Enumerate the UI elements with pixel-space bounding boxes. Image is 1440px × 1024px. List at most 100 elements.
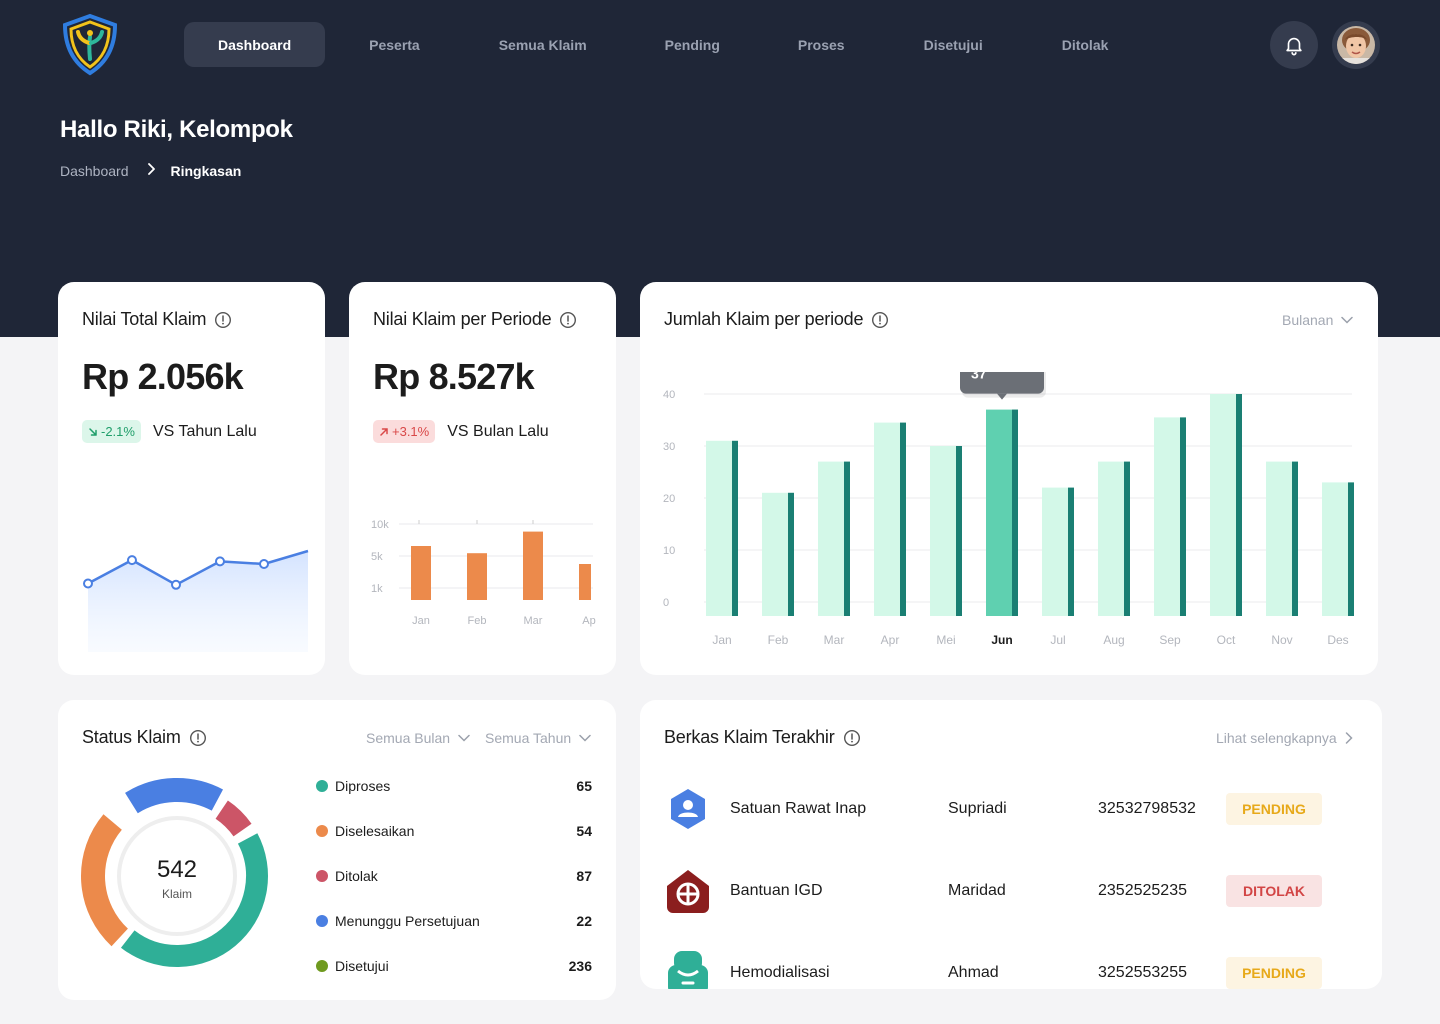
card-title-text: Nilai Total Klaim xyxy=(82,309,207,329)
info-icon[interactable] xyxy=(843,729,861,747)
x-tick-label: Mar xyxy=(524,615,543,627)
line-point[interactable] xyxy=(215,556,225,567)
user-avatar[interactable] xyxy=(1332,21,1380,69)
legend-item-diproses: Diproses 65 xyxy=(316,778,592,794)
chevron-right-icon xyxy=(147,162,157,180)
x-tick-label: Sep xyxy=(1159,633,1181,647)
claim-bar-edge xyxy=(732,440,738,616)
claim-bar-edge xyxy=(1180,417,1186,616)
card-claim-status: Status Klaim Semua Bulan Semua Tahun 542… xyxy=(58,700,616,1000)
top-navigation: Dashboard Peserta Semua Klaim Pending Pr… xyxy=(0,0,1440,90)
period-bar[interactable] xyxy=(467,553,487,600)
trend-badge: +3.1% xyxy=(373,420,436,443)
chevron-down-icon xyxy=(1341,316,1354,324)
donut-total-label: Klaim xyxy=(162,887,192,901)
period-bar[interactable] xyxy=(411,546,431,600)
claim-count-bar-chart: 0 10 20 30 40 Jan Feb Mar Apr Mei Jun Jul Aug Sep Oct N… xyxy=(663,372,1354,647)
legend-label: Diselesaikan xyxy=(335,823,415,839)
card-title: Berkas Klaim Terakhir xyxy=(664,727,861,748)
period-claim-bar-chart: 10k 5k 1k Jan Feb Mar Ap xyxy=(371,519,596,627)
claim-bar-edge xyxy=(1292,461,1298,616)
line-point[interactable] xyxy=(171,579,181,590)
file-number: 2352525235 xyxy=(1098,882,1187,899)
legend-value: 236 xyxy=(568,958,592,974)
claim-bar-edge xyxy=(788,492,794,616)
trend-value: +3.1% xyxy=(392,424,430,439)
nav-tab-proses[interactable]: Proses xyxy=(763,22,880,67)
notification-button[interactable] xyxy=(1270,21,1318,69)
breadcrumb-current: Ringkasan xyxy=(170,163,242,179)
legend-label: Menunggu Persetujuan xyxy=(335,913,480,929)
info-icon[interactable] xyxy=(214,311,232,329)
see-all-link[interactable]: Lihat selengkapnya xyxy=(1216,730,1353,746)
trend-row: +3.1% VS Bulan Lalu xyxy=(373,420,549,443)
card-period-claim: Nilai Klaim per Periode Rp 8.527k +3.1% … xyxy=(349,282,616,675)
arrow-up-right-icon xyxy=(380,427,388,436)
claim-bar-edge xyxy=(1068,487,1074,616)
status-badge: DITOLAK xyxy=(1226,875,1322,907)
y-tick-label: 20 xyxy=(663,493,675,505)
period-claim-value: Rp 8.527k xyxy=(373,356,535,397)
claim-bar-edge xyxy=(1012,409,1018,616)
info-icon[interactable] xyxy=(871,311,889,329)
legend-value: 65 xyxy=(576,778,592,794)
line-point[interactable] xyxy=(259,559,269,569)
x-tick-label: Oct xyxy=(1217,633,1236,647)
file-person: Ahmad xyxy=(948,964,999,981)
nav-tabs: Dashboard Peserta Semua Klaim Pending Pr… xyxy=(184,22,1143,67)
y-tick-label: 5k xyxy=(371,551,383,563)
legend-dot xyxy=(316,960,328,972)
legend-item-disetujui: Disetujui 236 xyxy=(316,958,592,974)
total-claim-value: Rp 2.056k xyxy=(82,356,244,397)
x-tick-label: Ap xyxy=(582,615,595,627)
file-row[interactable]: Satuan Rawat Inap Supriadi 32532798532 P… xyxy=(664,784,1324,834)
page-title: Hallo Riki, Kelompok xyxy=(60,116,293,143)
x-tick-label: Apr xyxy=(881,633,900,647)
file-row[interactable]: Bantuan IGD Maridad 2352525235 DITOLAK xyxy=(664,866,1324,916)
bell-icon xyxy=(1286,37,1302,56)
first-aid-house-icon xyxy=(667,870,709,913)
donut-segment-diselesaikan[interactable] xyxy=(81,814,129,947)
card-total-claim: Nilai Total Klaim Rp 2.056k -2.1% VS Tah… xyxy=(58,282,325,675)
donut-segment-menunggu[interactable] xyxy=(125,778,224,814)
nav-tab-pending[interactable]: Pending xyxy=(622,22,763,67)
period-bar[interactable] xyxy=(579,564,591,600)
x-tick-label: Aug xyxy=(1103,633,1124,647)
claim-bar-edge xyxy=(1348,482,1354,616)
legend-label: Disetujui xyxy=(335,958,389,974)
medical-kit-icon xyxy=(668,951,708,989)
x-tick-label: Jan xyxy=(712,633,731,647)
info-icon[interactable] xyxy=(559,311,577,329)
card-title-text: Status Klaim xyxy=(82,727,181,747)
info-icon[interactable] xyxy=(189,729,207,747)
nav-tab-dashboard[interactable]: Dashboard xyxy=(184,22,326,67)
trend-value: -2.1% xyxy=(101,424,135,439)
claim-status-donut-chart: 542 Klaim xyxy=(81,778,268,967)
file-row[interactable]: Hemodialisasi Ahmad 3252553255 PENDING xyxy=(664,948,1324,989)
donut-segment-ditolak[interactable] xyxy=(215,800,252,837)
line-point[interactable] xyxy=(127,555,137,566)
donut-total: 542 xyxy=(157,856,197,883)
nav-tab-disetujui[interactable]: Disetujui xyxy=(880,22,1027,67)
nav-tab-peserta[interactable]: Peserta xyxy=(325,22,464,67)
chart-tooltip: Total Klaim37 xyxy=(960,372,1046,400)
legend-item-ditolak: Ditolak 87 xyxy=(316,868,592,884)
period-filter-dropdown[interactable]: Bulanan xyxy=(1282,312,1354,328)
x-tick-label: Jan xyxy=(412,615,430,627)
breadcrumb-root[interactable]: Dashboard xyxy=(60,163,129,179)
status-badge: PENDING xyxy=(1226,957,1322,989)
shield-logo-icon[interactable] xyxy=(58,13,122,77)
nav-tab-ditolak[interactable]: Ditolak xyxy=(1027,22,1144,67)
line-point[interactable] xyxy=(83,578,93,589)
nav-tab-semua-klaim[interactable]: Semua Klaim xyxy=(464,22,622,67)
file-person: Supriadi xyxy=(948,800,1007,817)
y-tick-label: 40 xyxy=(663,389,675,401)
claim-bar-edge xyxy=(1236,394,1242,616)
card-title: Status Klaim xyxy=(82,727,207,748)
breadcrumb: Dashboard Ringkasan xyxy=(60,162,241,180)
trend-compare-label: VS Bulan Lalu xyxy=(447,422,549,440)
y-tick-label: 10k xyxy=(371,519,389,531)
period-bar[interactable] xyxy=(523,531,543,600)
year-filter-dropdown[interactable]: Semua Tahun xyxy=(485,730,591,746)
month-filter-dropdown[interactable]: Semua Bulan xyxy=(366,730,470,746)
